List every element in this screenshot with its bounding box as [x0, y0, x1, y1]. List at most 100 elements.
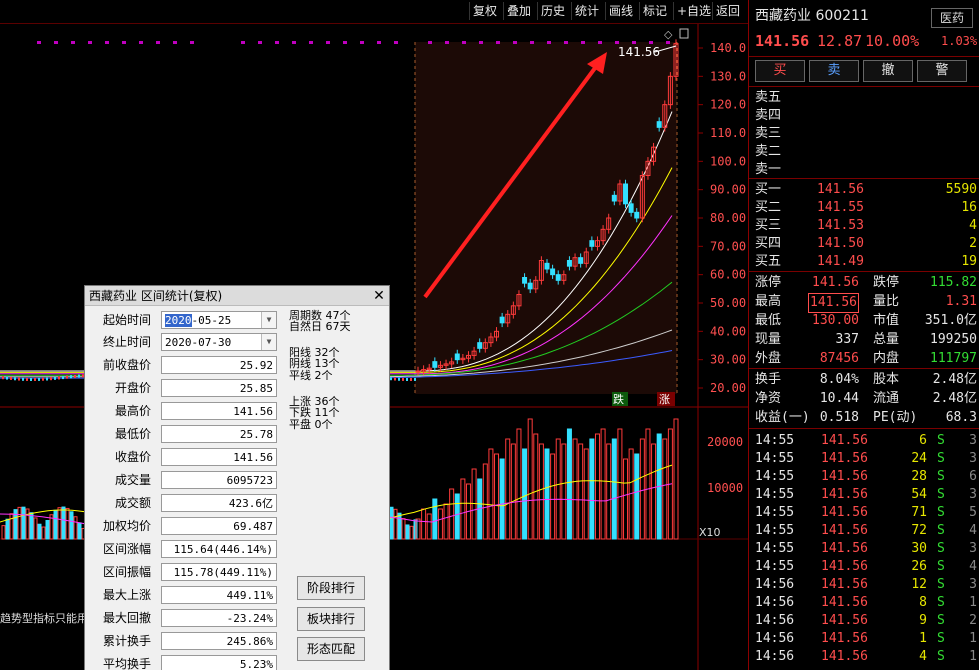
volume-bar: [421, 508, 427, 540]
tick-row[interactable]: 14:55 141.56 28 S 6: [755, 468, 977, 486]
stat-value-field[interactable]: 25.92: [161, 356, 277, 374]
alert-button[interactable]: 警: [917, 60, 967, 82]
toolbar-back-button[interactable]: 返回: [712, 2, 743, 20]
candle-body: [414, 377, 416, 381]
tick-row[interactable]: 14:55 141.56 72 S 4: [755, 522, 977, 540]
sell-button[interactable]: 卖: [809, 60, 859, 82]
stat-value-field[interactable]: 5.23%: [161, 655, 277, 670]
chevron-down-icon[interactable]: ▼: [261, 312, 276, 328]
chevron-down-icon[interactable]: ▼: [261, 334, 276, 350]
dialog-title-bar[interactable]: 西藏药业 区间统计(复权): [85, 286, 389, 306]
candle-body: [410, 377, 412, 381]
volume-bar: [61, 506, 66, 540]
bid-row[interactable]: 买一 141.56 5590: [755, 181, 977, 199]
toolbar-add-watchlist-button[interactable]: +自选: [673, 2, 714, 20]
tick-row[interactable]: 14:55 141.56 71 S 5: [755, 504, 977, 522]
toolbar-stats-button[interactable]: 统计: [571, 2, 602, 20]
tick-count: 3: [969, 577, 977, 592]
candle-body: [34, 377, 36, 381]
ask-row[interactable]: 卖三: [755, 125, 977, 143]
candle-body: [394, 377, 396, 381]
quote-label: 市值: [873, 313, 900, 328]
close-icon[interactable]: ✕: [371, 288, 387, 304]
candle-body: [46, 377, 48, 381]
volume-bar: [432, 498, 438, 540]
stat-label: 最低价: [114, 427, 151, 441]
tick-volume: 1: [919, 631, 927, 646]
quote-row: 最低 130.00 市值 351.0亿: [755, 312, 977, 330]
sector-badge[interactable]: 医药: [931, 8, 973, 28]
tick-price: 141.56: [821, 649, 868, 664]
tick-price: 141.56: [821, 523, 868, 538]
toolbar-mark-button[interactable]: 标记: [639, 2, 670, 20]
ask-row[interactable]: 卖二: [755, 143, 977, 161]
tick-side: S: [937, 577, 945, 592]
tick-row[interactable]: 14:56 141.56 1 S 1: [755, 630, 977, 648]
tick-row[interactable]: 14:56 141.56 12 S 3: [755, 576, 977, 594]
quote-value: 141.56: [808, 293, 859, 313]
bid-row[interactable]: 买五 141.49 19: [755, 253, 977, 271]
price-tick-label: 90.00: [710, 183, 746, 197]
stat-value-field[interactable]: 245.86%: [161, 632, 277, 650]
fund-value: 2.48亿: [932, 372, 977, 387]
ask-row[interactable]: 卖四: [755, 107, 977, 125]
ask-row[interactable]: 卖五: [755, 89, 977, 107]
volume-bar: [443, 503, 449, 540]
sector-rank-button[interactable]: 板块排行: [297, 607, 365, 631]
bid-row[interactable]: 买三 141.53 4: [755, 217, 977, 235]
bid-volume: 16: [961, 200, 977, 215]
signal-marker: [292, 41, 296, 44]
quote-label: 外盘: [755, 351, 782, 366]
candle-body: [578, 257, 584, 264]
tick-row[interactable]: 14:56 141.56 9 S 2: [755, 612, 977, 630]
toolbar-history-button[interactable]: 历史: [537, 2, 568, 20]
tick-row[interactable]: 14:56 141.56 4 S 1: [755, 648, 977, 666]
bid-row[interactable]: 买二 141.55 16: [755, 199, 977, 217]
stat-label: 成交量: [114, 473, 151, 487]
stat-value-field[interactable]: 115.64(446.14%): [161, 540, 277, 558]
tick-row[interactable]: 14:55 141.56 26 S 4: [755, 558, 977, 576]
stage-rank-button[interactable]: 阶段排行: [297, 576, 365, 600]
stat-value-field[interactable]: 25.85: [161, 379, 277, 397]
volume-bar: [17, 506, 22, 540]
stat-value-field[interactable]: 141.56: [161, 402, 277, 420]
tick-row[interactable]: 14:55 141.56 24 S 3: [755, 450, 977, 468]
volume-bar: [623, 458, 629, 540]
toolbar-fuquan-button[interactable]: 复权: [469, 2, 500, 20]
tick-row[interactable]: 14:55 141.56 6 S 3: [755, 432, 977, 450]
start-date-select[interactable]: 2020-05-25 ▼: [161, 311, 277, 329]
quote-label: 最高: [755, 294, 782, 309]
stat-label: 收盘价: [114, 450, 151, 464]
tick-row[interactable]: 14:55 141.56 30 S 3: [755, 540, 977, 558]
candle-body: [22, 377, 24, 381]
cancel-order-button[interactable]: 撤: [863, 60, 913, 82]
tick-volume: 24: [911, 451, 927, 466]
bid-row[interactable]: 买四 141.50 2: [755, 235, 977, 253]
end-date-select[interactable]: 2020-07-30 ▼: [161, 333, 277, 351]
volume-bar: [499, 458, 505, 540]
buy-button[interactable]: 买: [755, 60, 805, 82]
quote-value: 351.0亿: [924, 313, 977, 328]
signal-marker: [445, 41, 449, 44]
stat-value-field[interactable]: 6095723: [161, 471, 277, 489]
stat-value-field[interactable]: 449.11%: [161, 586, 277, 604]
candle-body: [628, 203, 634, 213]
stat-value-field[interactable]: 115.78(449.11%): [161, 563, 277, 581]
quote-label: 总量: [873, 332, 900, 347]
stat-value-field[interactable]: 423.6亿: [161, 494, 277, 512]
stat-value-field[interactable]: 69.487: [161, 517, 277, 535]
tick-time: 14:55: [755, 469, 795, 484]
toolbar-overlay-button[interactable]: 叠加: [503, 2, 534, 20]
ask-row[interactable]: 卖一: [755, 161, 977, 179]
toolbar-draw-button[interactable]: 画线: [605, 2, 636, 20]
ask-label: 卖一: [755, 162, 782, 177]
stat-value-field[interactable]: 141.56: [161, 448, 277, 466]
stat-value-field[interactable]: 25.78: [161, 425, 277, 443]
stat-value-field[interactable]: -23.24%: [161, 609, 277, 627]
tick-row[interactable]: 14:55 141.56 54 S 3: [755, 486, 977, 504]
tick-row[interactable]: 14:56 141.56 8 S 1: [755, 594, 977, 612]
pattern-match-button[interactable]: 形态匹配: [297, 637, 365, 661]
candle-body: [390, 377, 392, 381]
candle-body: [62, 376, 64, 380]
tick-volume: 72: [911, 523, 927, 538]
